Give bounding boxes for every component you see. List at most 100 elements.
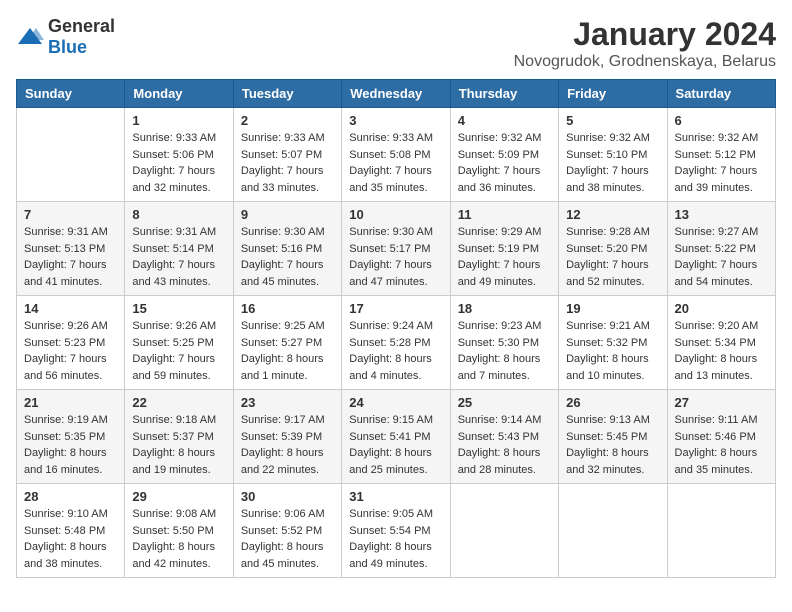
calendar-cell bbox=[450, 484, 558, 578]
calendar-cell: 24Sunrise: 9:15 AMSunset: 5:41 PMDayligh… bbox=[342, 390, 450, 484]
calendar-cell: 4 Sunrise: 9:32 AMSunset: 5:09 PMDaylight… bbox=[450, 108, 558, 202]
day-number: 8 bbox=[132, 207, 225, 222]
day-number: 29 bbox=[132, 489, 225, 504]
calendar-cell: 8Sunrise: 9:31 AMSunset: 5:14 PMDaylight… bbox=[125, 202, 233, 296]
calendar-cell: 20Sunrise: 9:20 AMSunset: 5:34 PMDayligh… bbox=[667, 296, 775, 390]
day-number: 26 bbox=[566, 395, 659, 410]
day-info: Sunrise: 9:18 AMSunset: 5:37 PMDaylight:… bbox=[132, 412, 225, 478]
calendar-cell: 1Sunrise: 9:33 AMSunset: 5:06 PMDaylight… bbox=[125, 108, 233, 202]
calendar-week-1: 1Sunrise: 9:33 AMSunset: 5:06 PMDaylight… bbox=[17, 108, 776, 202]
day-number: 18 bbox=[458, 301, 551, 316]
calendar-cell bbox=[559, 484, 667, 578]
day-info: Sunrise: 9:24 AMSunset: 5:28 PMDaylight:… bbox=[349, 318, 442, 384]
calendar-cell: 18 Sunrise: 9:23 AMSunset: 5:30 PMDayligh… bbox=[450, 296, 558, 390]
day-number: 31 bbox=[349, 489, 442, 504]
header-cell-monday: Monday bbox=[125, 80, 233, 108]
day-info: Sunrise: 9:06 AMSunset: 5:52 PMDaylight:… bbox=[241, 506, 334, 572]
day-number: 12 bbox=[566, 207, 659, 222]
calendar-cell: 15Sunrise: 9:26 AMSunset: 5:25 PMDayligh… bbox=[125, 296, 233, 390]
calendar-cell bbox=[667, 484, 775, 578]
day-info: Sunrise: 9:29 AMSunset: 5:19 PMDaylight:… bbox=[458, 224, 551, 290]
calendar-cell: 14Sunrise: 9:26 AMSunset: 5:23 PMDayligh… bbox=[17, 296, 125, 390]
calendar-cell: 5Sunrise: 9:32 AMSunset: 5:10 PMDaylight… bbox=[559, 108, 667, 202]
day-info: Sunrise: 9:32 AMSunset: 5:09 PMDaylight:… bbox=[458, 130, 551, 196]
day-number: 6 bbox=[675, 113, 768, 128]
day-info: Sunrise: 9:11 AMSunset: 5:46 PMDaylight:… bbox=[675, 412, 768, 478]
title-area: January 2024 Novogrudok, Grodnenskaya, B… bbox=[514, 16, 776, 71]
day-number: 11 bbox=[458, 207, 551, 222]
calendar-cell: 27 Sunrise: 9:11 AMSunset: 5:46 PMDayligh… bbox=[667, 390, 775, 484]
header-row: SundayMondayTuesdayWednesdayThursdayFrid… bbox=[17, 80, 776, 108]
calendar-cell: 2 Sunrise: 9:33 AMSunset: 5:07 PMDaylight… bbox=[233, 108, 341, 202]
day-info: Sunrise: 9:13 AMSunset: 5:45 PMDaylight:… bbox=[566, 412, 659, 478]
calendar-week-5: 28 Sunrise: 9:10 AMSunset: 5:48 PMDayligh… bbox=[17, 484, 776, 578]
calendar-cell: 6 Sunrise: 9:32 AMSunset: 5:12 PMDaylight… bbox=[667, 108, 775, 202]
subtitle: Novogrudok, Grodnenskaya, Belarus bbox=[514, 53, 776, 71]
day-number: 17 bbox=[349, 301, 442, 316]
day-info: Sunrise: 9:17 AMSunset: 5:39 PMDaylight:… bbox=[241, 412, 334, 478]
calendar-cell: 29 Sunrise: 9:08 AMSunset: 5:50 PMDayligh… bbox=[125, 484, 233, 578]
calendar-cell: 16Sunrise: 9:25 AMSunset: 5:27 PMDayligh… bbox=[233, 296, 341, 390]
day-number: 27 bbox=[675, 395, 768, 410]
day-info: Sunrise: 9:23 AMSunset: 5:30 PMDaylight:… bbox=[458, 318, 551, 384]
calendar-cell: 30 Sunrise: 9:06 AMSunset: 5:52 PMDayligh… bbox=[233, 484, 341, 578]
day-number: 21 bbox=[24, 395, 117, 410]
day-info: Sunrise: 9:28 AMSunset: 5:20 PMDaylight:… bbox=[566, 224, 659, 290]
calendar-week-2: 7 Sunrise: 9:31 AMSunset: 5:13 PMDaylight… bbox=[17, 202, 776, 296]
calendar-cell: 11 Sunrise: 9:29 AMSunset: 5:19 PMDayligh… bbox=[450, 202, 558, 296]
day-info: Sunrise: 9:32 AMSunset: 5:12 PMDaylight:… bbox=[675, 130, 768, 196]
day-number: 30 bbox=[241, 489, 334, 504]
calendar-cell: 9Sunrise: 9:30 AMSunset: 5:16 PMDaylight… bbox=[233, 202, 341, 296]
calendar-cell: 10Sunrise: 9:30 AMSunset: 5:17 PMDayligh… bbox=[342, 202, 450, 296]
day-number: 16 bbox=[241, 301, 334, 316]
day-number: 10 bbox=[349, 207, 442, 222]
calendar-cell: 25Sunrise: 9:14 AMSunset: 5:43 PMDayligh… bbox=[450, 390, 558, 484]
main-title: January 2024 bbox=[514, 16, 776, 53]
day-info: Sunrise: 9:32 AMSunset: 5:10 PMDaylight:… bbox=[566, 130, 659, 196]
day-number: 19 bbox=[566, 301, 659, 316]
day-info: Sunrise: 9:30 AMSunset: 5:16 PMDaylight:… bbox=[241, 224, 334, 290]
day-info: Sunrise: 9:08 AMSunset: 5:50 PMDaylight:… bbox=[132, 506, 225, 572]
calendar-cell: 28 Sunrise: 9:10 AMSunset: 5:48 PMDayligh… bbox=[17, 484, 125, 578]
day-info: Sunrise: 9:31 AMSunset: 5:13 PMDaylight:… bbox=[24, 224, 117, 290]
day-info: Sunrise: 9:26 AMSunset: 5:25 PMDaylight:… bbox=[132, 318, 225, 384]
day-info: Sunrise: 9:21 AMSunset: 5:32 PMDaylight:… bbox=[566, 318, 659, 384]
header-cell-friday: Friday bbox=[559, 80, 667, 108]
calendar-week-4: 21Sunrise: 9:19 AMSunset: 5:35 PMDayligh… bbox=[17, 390, 776, 484]
logo-blue: Blue bbox=[48, 37, 87, 57]
logo-icon bbox=[16, 26, 44, 48]
calendar-table: SundayMondayTuesdayWednesdayThursdayFrid… bbox=[16, 79, 776, 578]
calendar-cell: 12 Sunrise: 9:28 AMSunset: 5:20 PMDayligh… bbox=[559, 202, 667, 296]
header: General Blue January 2024 Novogrudok, Gr… bbox=[16, 16, 776, 71]
calendar-cell: 22Sunrise: 9:18 AMSunset: 5:37 PMDayligh… bbox=[125, 390, 233, 484]
header-cell-tuesday: Tuesday bbox=[233, 80, 341, 108]
header-cell-thursday: Thursday bbox=[450, 80, 558, 108]
calendar-cell bbox=[17, 108, 125, 202]
calendar-cell: 21Sunrise: 9:19 AMSunset: 5:35 PMDayligh… bbox=[17, 390, 125, 484]
day-info: Sunrise: 9:26 AMSunset: 5:23 PMDaylight:… bbox=[24, 318, 117, 384]
day-number: 7 bbox=[24, 207, 117, 222]
day-number: 1 bbox=[132, 113, 225, 128]
day-info: Sunrise: 9:14 AMSunset: 5:43 PMDaylight:… bbox=[458, 412, 551, 478]
day-number: 13 bbox=[675, 207, 768, 222]
calendar-cell: 7 Sunrise: 9:31 AMSunset: 5:13 PMDaylight… bbox=[17, 202, 125, 296]
logo: General Blue bbox=[16, 16, 115, 58]
calendar-cell: 13 Sunrise: 9:27 AMSunset: 5:22 PMDayligh… bbox=[667, 202, 775, 296]
logo-text: General Blue bbox=[48, 16, 115, 58]
calendar-cell: 17 Sunrise: 9:24 AMSunset: 5:28 PMDayligh… bbox=[342, 296, 450, 390]
logo-general: General bbox=[48, 16, 115, 36]
calendar-cell: 26 Sunrise: 9:13 AMSunset: 5:45 PMDayligh… bbox=[559, 390, 667, 484]
header-cell-wednesday: Wednesday bbox=[342, 80, 450, 108]
day-info: Sunrise: 9:33 AMSunset: 5:07 PMDaylight:… bbox=[241, 130, 334, 196]
day-number: 28 bbox=[24, 489, 117, 504]
day-number: 2 bbox=[241, 113, 334, 128]
day-info: Sunrise: 9:15 AMSunset: 5:41 PMDaylight:… bbox=[349, 412, 442, 478]
calendar-cell: 23 Sunrise: 9:17 AMSunset: 5:39 PMDayligh… bbox=[233, 390, 341, 484]
calendar-cell: 31 Sunrise: 9:05 AMSunset: 5:54 PMDayligh… bbox=[342, 484, 450, 578]
day-number: 4 bbox=[458, 113, 551, 128]
day-info: Sunrise: 9:10 AMSunset: 5:48 PMDaylight:… bbox=[24, 506, 117, 572]
day-number: 23 bbox=[241, 395, 334, 410]
day-info: Sunrise: 9:27 AMSunset: 5:22 PMDaylight:… bbox=[675, 224, 768, 290]
day-info: Sunrise: 9:05 AMSunset: 5:54 PMDaylight:… bbox=[349, 506, 442, 572]
day-info: Sunrise: 9:33 AMSunset: 5:08 PMDaylight:… bbox=[349, 130, 442, 196]
